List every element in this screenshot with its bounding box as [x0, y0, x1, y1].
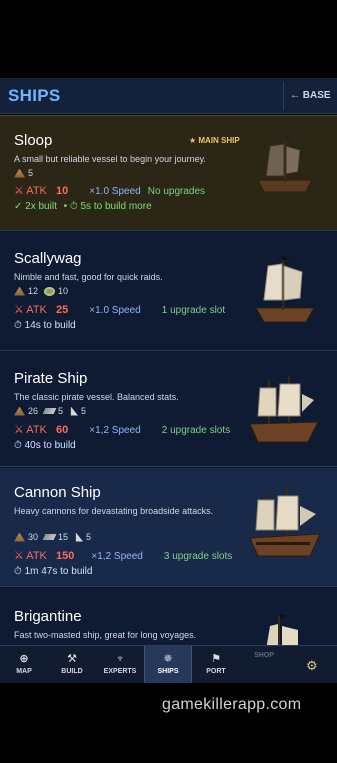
atk-label: ⚔ ATK [14, 185, 47, 197]
nav-label: SHOP [254, 652, 274, 659]
sail-icon [75, 532, 84, 542]
cost-amount: 5 [58, 406, 64, 416]
ship-stats: ⚔ ATK 60 ×1,2 Speed 2 upgrade slots [14, 423, 230, 436]
cost-amount: 30 [28, 532, 39, 542]
built-count: ✓ 2x built [14, 201, 57, 212]
nav-label: PORT [206, 668, 226, 675]
cost-amount: 5 [81, 406, 87, 416]
ship-name: Cannon Ship [14, 484, 101, 501]
ship-stats: ⚔ ATK 25 ×1.0 Speed 1 upgrade slot [14, 303, 225, 316]
ship-cost: 12 10 [14, 286, 68, 296]
port-icon: ⚑ [211, 653, 221, 665]
ship-description: Nimble and fast, good for quick raids. [14, 272, 163, 282]
experts-icon: ♆ [115, 653, 125, 665]
ship-card-brigantine[interactable]: Brigantine Fast two-masted ship, great f… [0, 588, 337, 645]
ship-cost: 30 15 5 [14, 532, 91, 542]
nav-build[interactable]: ⚒ BUILD [48, 646, 96, 684]
nav-label: EXPERTS [103, 668, 137, 675]
build-time: ⏱ 14s to build [14, 320, 76, 331]
upgrade-info: No upgrades [147, 186, 206, 197]
sloop-ship-image [257, 136, 313, 193]
cost-amount: 15 [58, 532, 69, 542]
ship-card-pirate-ship[interactable]: Pirate Ship The classic pirate vessel. B… [0, 352, 337, 467]
watermark: gamekillerapp.com [162, 696, 302, 713]
page-header: SHIPS ← BASE [0, 78, 337, 114]
cost-amount: 12 [28, 286, 39, 296]
ship-cost: 26 5 5 [14, 406, 86, 416]
plank-icon [42, 534, 57, 540]
ship-description: Heavy cannons for devastating broadside … [14, 506, 214, 516]
settings-gear-icon[interactable]: ⚙ [306, 658, 318, 674]
bottom-navigation: ⊕ MAP ⚒ BUILD ♆ EXPERTS ✵ SHIPS ⚑ PORT S… [0, 645, 337, 684]
map-icon: ⊕ [19, 653, 29, 665]
atk-value: 150 [55, 550, 75, 562]
ships-icon: ✵ [163, 653, 173, 665]
speed-value: ×1,2 Speed [89, 425, 141, 436]
ship-name: Scallywag [14, 250, 82, 267]
ship-card-sloop[interactable]: Sloop ★ MAIN SHIP A small but reliable v… [0, 115, 337, 231]
ship-name: Brigantine [14, 608, 82, 625]
rope-icon [44, 286, 56, 296]
nav-label: MAP [16, 668, 32, 675]
wood-icon [14, 286, 25, 296]
scallywag-ship-image [255, 256, 315, 323]
ship-card-scallywag[interactable]: Scallywag Nimble and fast, good for quic… [0, 232, 337, 351]
ship-card-cannon-ship[interactable]: Cannon Ship Heavy cannons for devastatin… [0, 468, 337, 587]
upgrade-info: 2 upgrade slots [161, 425, 231, 436]
build-timer: • ⏱ 5s to build more [63, 201, 152, 212]
wood-icon [14, 406, 25, 416]
page-title: SHIPS [8, 86, 61, 105]
ship-name: Pirate Ship [14, 370, 88, 387]
main-ship-badge: ★ MAIN SHIP [189, 136, 240, 145]
speed-value: ×1.0 Speed [89, 186, 141, 197]
ship-name: Sloop [14, 132, 53, 149]
nav-shop[interactable]: SHOP [240, 646, 288, 684]
upgrade-info: 1 upgrade slot [161, 305, 226, 316]
nav-map[interactable]: ⊕ MAP [0, 646, 48, 684]
build-time: ⏱ 1m 47s to build [14, 566, 93, 577]
atk-value: 10 [55, 185, 69, 197]
cost-amount: 26 [28, 406, 39, 416]
build-icon: ⚒ [67, 653, 77, 665]
pirate-ship-image [249, 376, 319, 443]
atk-value: 25 [55, 304, 69, 316]
atk-label: ⚔ ATK [14, 424, 47, 436]
cost-amount: 5 [28, 168, 34, 178]
plank-icon [42, 408, 57, 414]
brigantine-ship-image [266, 614, 298, 645]
nav-label: BUILD [61, 668, 83, 675]
atk-label: ⚔ ATK [14, 550, 47, 562]
build-time: ⏱ 40s to build [14, 440, 76, 451]
ship-description: Fast two-masted ship, great for long voy… [14, 630, 197, 640]
ship-stats: ⚔ ATK 150 ×1,2 Speed 3 upgrade slots [14, 549, 232, 562]
ships-list[interactable]: Sloop ★ MAIN SHIP A small but reliable v… [0, 115, 337, 645]
ship-stats: ⚔ ATK 10 ×1.0 Speed No upgrades [14, 184, 205, 197]
speed-value: ×1,2 Speed [91, 551, 143, 562]
ship-description: The classic pirate vessel. Balanced stat… [14, 392, 179, 402]
wood-icon [14, 532, 25, 542]
cost-amount: 5 [86, 532, 92, 542]
bottom-area [0, 683, 337, 763]
status-bar-area [0, 0, 337, 78]
upgrade-info: 3 upgrade slots [163, 551, 233, 562]
header-divider [283, 82, 284, 110]
cannon-ship-image [249, 486, 321, 557]
speed-value: ×1.0 Speed [89, 305, 141, 316]
atk-label: ⚔ ATK [14, 304, 47, 316]
nav-experts[interactable]: ♆ EXPERTS [96, 646, 144, 684]
nav-label: SHIPS [157, 668, 179, 675]
cost-amount: 10 [58, 286, 69, 296]
nav-port[interactable]: ⚑ PORT [192, 646, 240, 684]
build-status: ✓ 2x built • ⏱ 5s to build more [14, 201, 152, 212]
wood-icon [14, 168, 25, 178]
nav-ships[interactable]: ✵ SHIPS [144, 646, 192, 684]
atk-value: 60 [55, 424, 69, 436]
ship-cost: 5 [14, 168, 33, 178]
back-to-base-button[interactable]: ← BASE [290, 90, 331, 101]
sail-icon [70, 406, 79, 416]
ship-description: A small but reliable vessel to begin you… [14, 154, 206, 164]
